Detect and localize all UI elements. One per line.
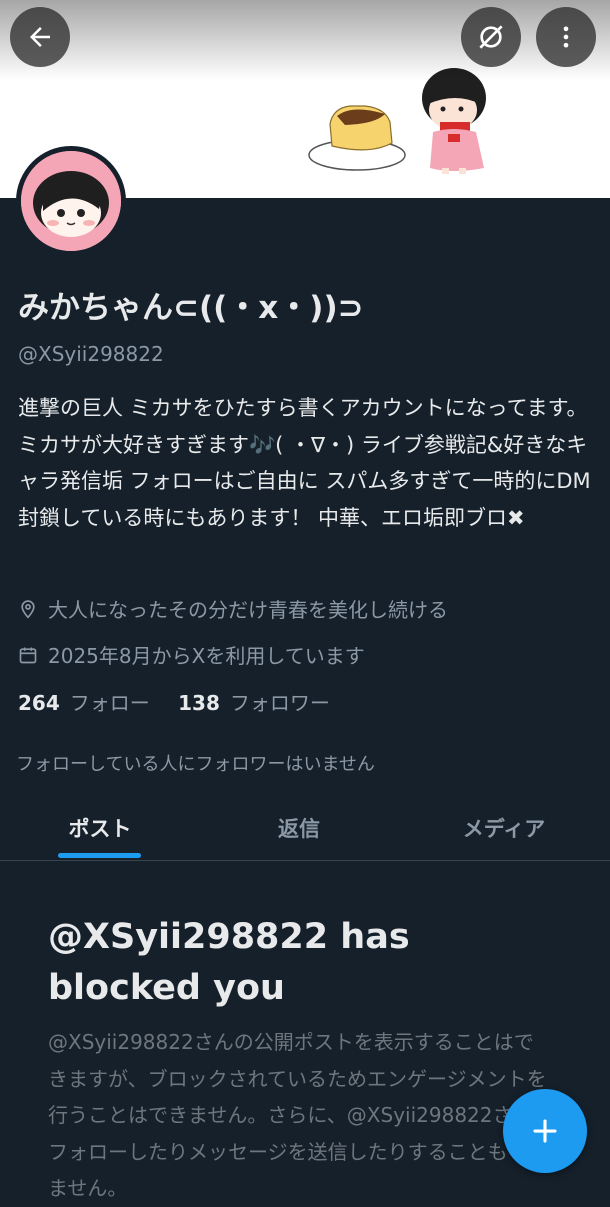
location-row: 大人になったその分だけ青春を美化し続ける <box>18 594 448 623</box>
followers-link[interactable]: 138 フォロワー <box>178 691 330 715</box>
no-eye-icon <box>479 25 503 49</box>
display-name: みかちゃん⊂((・x・))⊃ <box>18 290 364 326</box>
followers-label: フォロワー <box>229 691 330 715</box>
profile-bio: 進撃の巨人 ミカサをひたすら書くアカウントになってます。 ミカサが大好きすぎます… <box>18 396 591 530</box>
plus-icon <box>533 1119 557 1143</box>
location-text: 大人になったその分だけ青春を美化し続ける <box>48 598 448 622</box>
blocked-message: @XSyii298822さんの公開ポストを表示することはできますが、ブロックされ… <box>48 1030 553 1200</box>
following-label: フォロー <box>69 691 150 715</box>
compose-button[interactable] <box>503 1089 587 1173</box>
arrow-left-icon <box>30 27 50 47</box>
tab-media[interactable]: メディア <box>398 796 610 860</box>
profile-tabs: ポスト 返信 メディア <box>0 796 610 861</box>
joined-text: 2025年8月からXを利用しています <box>48 644 365 668</box>
following-count: 264 <box>18 691 60 715</box>
following-link[interactable]: 264 フォロー <box>18 691 150 715</box>
avatar-image <box>21 151 121 251</box>
tab-replies[interactable]: 返信 <box>200 796 398 860</box>
unmute-button[interactable] <box>461 7 521 67</box>
back-button[interactable] <box>10 7 70 67</box>
active-tab-indicator <box>58 853 141 858</box>
avatar[interactable] <box>16 146 126 256</box>
followers-count: 138 <box>178 691 220 715</box>
follow-counts: 264 フォロー 138 フォロワー <box>18 687 352 716</box>
more-vertical-icon <box>563 26 569 48</box>
joined-row: 2025年8月からXを利用しています <box>18 640 365 669</box>
blocked-title: @XSyii298822 has blocked you <box>48 917 410 1008</box>
location-pin-icon <box>21 599 35 619</box>
followers-you-know: フォローしている人にフォロワーはいません <box>16 754 375 775</box>
more-button[interactable] <box>536 7 596 67</box>
username-handle: @XSyii298822 <box>18 342 164 366</box>
calendar-icon <box>19 647 37 663</box>
tab-posts[interactable]: ポスト <box>0 796 200 860</box>
